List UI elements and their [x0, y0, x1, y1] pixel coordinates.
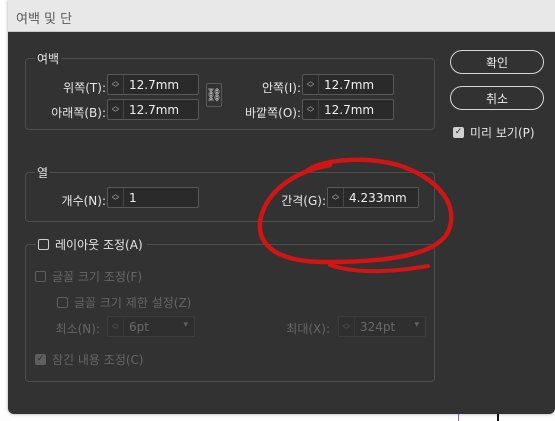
- margins-columns-dialog: 여백 및 단 여백 위쪽(T): ︿ ﹀ 12.7mm 아래쪽(B): ︿ ﹀ 12…: [8, 0, 555, 414]
- red-circle-annotation: [257, 157, 454, 274]
